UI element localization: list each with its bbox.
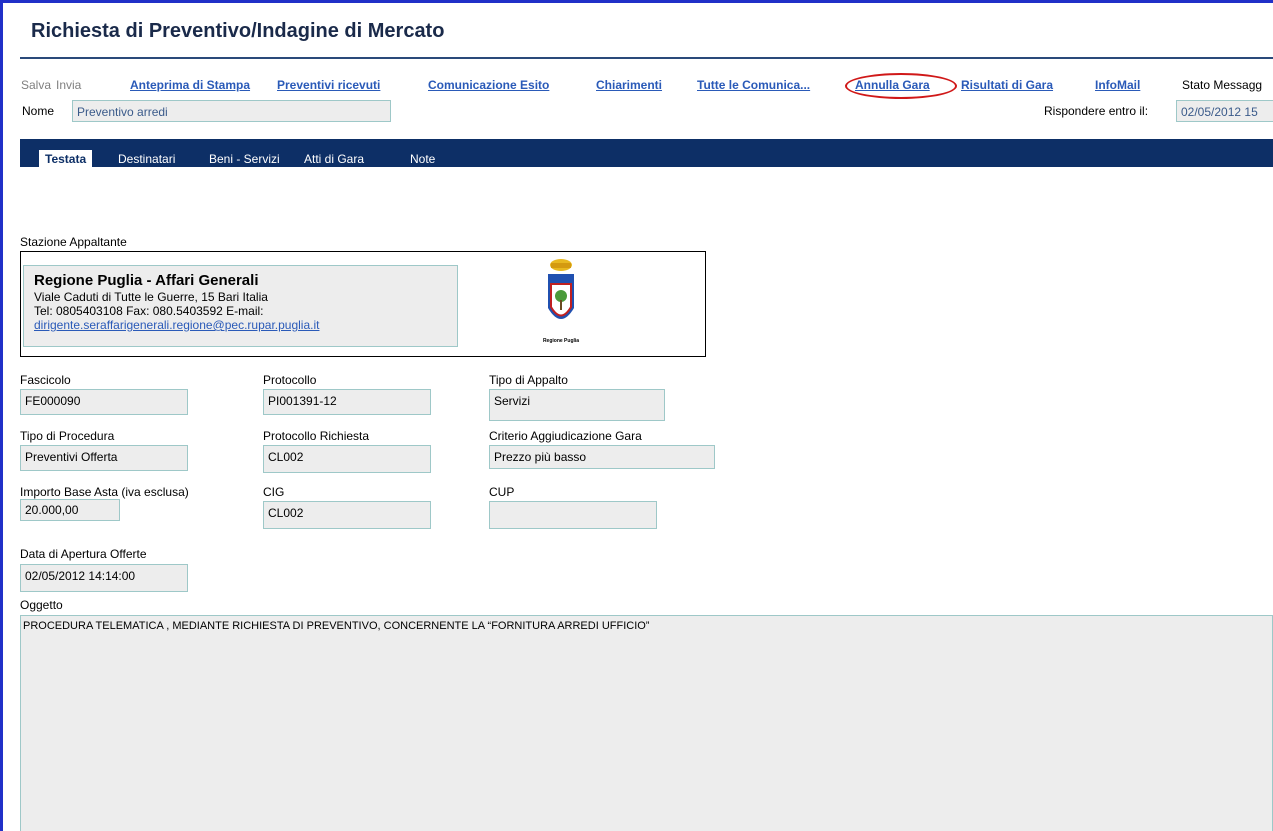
criterio-aggiudicazione-field[interactable]: Prezzo più basso bbox=[489, 445, 715, 469]
cup-label: CUP bbox=[489, 485, 515, 499]
cig-field[interactable]: CL002 bbox=[263, 501, 431, 529]
fascicolo-field[interactable]: FE000090 bbox=[20, 389, 188, 415]
preventivi-ricevuti-link[interactable]: Preventivi ricevuti bbox=[277, 78, 380, 92]
oggetto-label: Oggetto bbox=[20, 598, 63, 612]
stazione-appaltante-card: Regione Puglia - Affari Generali Viale C… bbox=[23, 265, 458, 347]
annulla-gara-highlight-circle bbox=[845, 73, 957, 99]
title-divider bbox=[20, 57, 1273, 59]
fascicolo-label: Fascicolo bbox=[20, 373, 71, 387]
cup-field[interactable] bbox=[489, 501, 657, 529]
risultati-gara-link[interactable]: Risultati di Gara bbox=[961, 78, 1053, 92]
tipo-procedura-label: Tipo di Procedura bbox=[20, 429, 115, 443]
protocollo-field[interactable]: PI001391-12 bbox=[263, 389, 431, 415]
tab-beni-servizi[interactable]: Beni - Servizi bbox=[209, 152, 280, 166]
invia-button[interactable]: Invia bbox=[56, 78, 81, 92]
tipo-appalto-label: Tipo di Appalto bbox=[489, 373, 568, 387]
rispondere-field[interactable]: 02/05/2012 15 bbox=[1176, 100, 1273, 122]
nome-field[interactable]: Preventivo arredi bbox=[72, 100, 391, 122]
stazione-contacts: Tel: 0805403108 Fax: 080.5403592 E-mail: bbox=[34, 304, 264, 318]
chiarimenti-link[interactable]: Chiarimenti bbox=[596, 78, 662, 92]
cig-label: CIG bbox=[263, 485, 285, 499]
tab-atti-di-gara[interactable]: Atti di Gara bbox=[304, 152, 364, 166]
tab-bar: Testata Destinatari Beni - Servizi Atti … bbox=[20, 139, 1273, 167]
importo-base-asta-label: Importo Base Asta (iva esclusa) bbox=[20, 485, 189, 499]
tipo-appalto-field[interactable]: Servizi bbox=[489, 389, 665, 421]
data-apertura-field[interactable]: 02/05/2012 14:14:00 bbox=[20, 564, 188, 592]
protocollo-richiesta-label: Protocollo Richiesta bbox=[263, 429, 370, 443]
tab-destinatari[interactable]: Destinatari bbox=[118, 152, 175, 166]
anteprima-stampa-link[interactable]: Anteprima di Stampa bbox=[130, 78, 250, 92]
rispondere-label: Rispondere entro il: bbox=[1044, 104, 1149, 118]
stato-messaggio-label: Stato Messagg bbox=[1182, 78, 1263, 92]
logo-caption: Regione Puglia bbox=[543, 338, 579, 344]
tab-note[interactable]: Note bbox=[410, 152, 435, 166]
regione-puglia-logo: Regione Puglia bbox=[536, 256, 586, 344]
page-title: Richiesta di Preventivo/Indagine di Merc… bbox=[31, 20, 445, 42]
data-apertura-label: Data di Apertura Offerte bbox=[20, 547, 147, 561]
importo-base-asta-field[interactable]: 20.000,00 bbox=[20, 499, 120, 521]
stazione-name: Regione Puglia - Affari Generali bbox=[34, 272, 259, 289]
infomail-link[interactable]: InfoMail bbox=[1095, 78, 1140, 92]
stazione-appaltante-label: Stazione Appaltante bbox=[20, 235, 127, 249]
comunicazione-esito-link[interactable]: Comunicazione Esito bbox=[428, 78, 549, 92]
nome-label: Nome bbox=[22, 104, 55, 118]
protocollo-richiesta-field[interactable]: CL002 bbox=[263, 445, 431, 473]
tipo-procedura-field[interactable]: Preventivi Offerta bbox=[20, 445, 188, 471]
stazione-email-link[interactable]: dirigente.seraffarigenerali.regione@pec.… bbox=[34, 318, 447, 332]
criterio-aggiudicazione-label: Criterio Aggiudicazione Gara bbox=[489, 429, 642, 443]
tab-testata[interactable]: Testata bbox=[39, 150, 93, 167]
stazione-address: Viale Caduti di Tutte le Guerre, 15 Bari… bbox=[34, 290, 268, 304]
salva-button[interactable]: Salva bbox=[21, 78, 51, 92]
tutte-comunicazioni-link[interactable]: Tutte le Comunica... bbox=[697, 78, 810, 92]
oggetto-textarea[interactable]: PROCEDURA TELEMATICA , MEDIANTE RICHIEST… bbox=[20, 615, 1273, 831]
protocollo-label: Protocollo bbox=[263, 373, 317, 387]
